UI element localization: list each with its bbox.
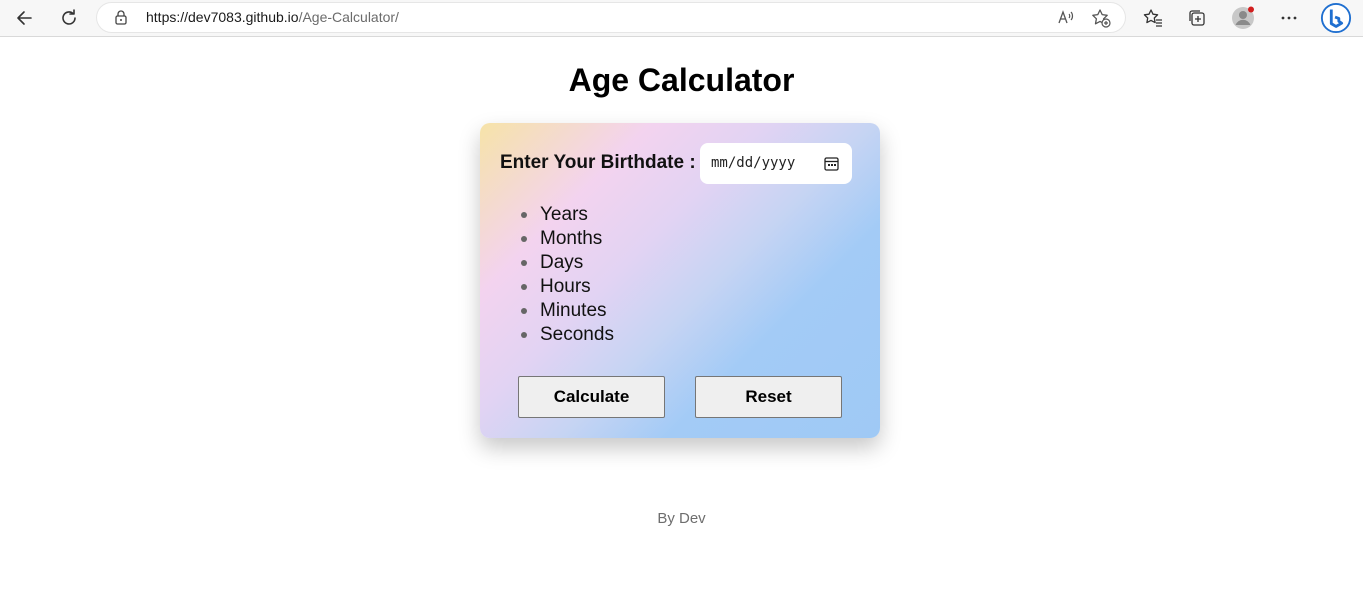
footer-credit: By Dev — [657, 510, 706, 527]
favorites-icon[interactable] — [1138, 4, 1168, 32]
bing-icon[interactable] — [1318, 1, 1354, 35]
url-path: /Age-Calculator/ — [298, 9, 399, 25]
birthdate-label: Enter Your Birthdate : — [500, 152, 696, 173]
list-item: Hours — [520, 275, 614, 299]
unit-months: Months — [540, 228, 603, 249]
list-item: Years — [520, 203, 614, 227]
bullet — [521, 284, 527, 290]
list-item: Minutes — [520, 299, 614, 323]
calculator-card: Enter Your Birthdate : mm/dd/yyyy Years … — [480, 123, 880, 438]
bullet — [521, 308, 527, 314]
list-item: Months — [520, 227, 614, 251]
address-bar[interactable]: https://dev7083.github.io/Age-Calculator… — [97, 3, 1125, 32]
bullet — [521, 212, 527, 218]
add-favorite-icon[interactable] — [1091, 8, 1111, 28]
refresh-icon[interactable] — [54, 4, 84, 32]
birthdate-input[interactable]: mm/dd/yyyy — [700, 143, 852, 184]
date-placeholder: mm/dd/yyyy — [711, 155, 796, 171]
reset-button[interactable]: Reset — [695, 376, 842, 418]
more-icon[interactable] — [1274, 4, 1304, 32]
back-icon[interactable] — [10, 4, 40, 32]
lock-icon[interactable] — [113, 9, 129, 25]
bullet — [521, 332, 527, 338]
unit-seconds: Seconds — [540, 324, 614, 345]
unit-hours: Hours — [540, 276, 591, 297]
calendar-icon[interactable] — [824, 156, 839, 171]
bullet — [521, 260, 527, 266]
read-aloud-icon[interactable] — [1056, 8, 1076, 28]
url-host: https://dev7083.github.io — [146, 9, 299, 25]
list-item: Seconds — [520, 323, 614, 347]
unit-minutes: Minutes — [540, 300, 607, 321]
url-text[interactable]: https://dev7083.github.io/Age-Calculator… — [146, 9, 399, 25]
collections-icon[interactable] — [1182, 4, 1212, 32]
bullet — [521, 236, 527, 242]
calculate-button[interactable]: Calculate — [518, 376, 665, 418]
unit-years: Years — [540, 204, 588, 225]
list-item: Days — [520, 251, 614, 275]
profile-avatar[interactable] — [1228, 4, 1258, 32]
browser-toolbar: https://dev7083.github.io/Age-Calculator… — [0, 0, 1363, 37]
unit-days: Days — [540, 252, 584, 273]
page-title: Age Calculator — [568, 62, 795, 98]
age-units-list: Years Months Days Hours Minutes Seconds — [520, 203, 614, 347]
